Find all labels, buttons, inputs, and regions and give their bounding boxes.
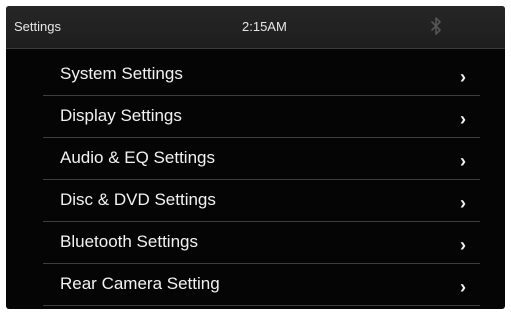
menu-item-label: Audio & EQ Settings xyxy=(60,148,215,167)
bluetooth-icon xyxy=(431,17,441,35)
chevron-right-icon: › xyxy=(460,193,466,213)
settings-menu: System Settings › Display Settings › Aud… xyxy=(43,54,480,306)
clock: 2:15AM xyxy=(242,19,287,34)
menu-item-label: System Settings xyxy=(60,64,183,83)
chevron-right-icon: › xyxy=(460,277,466,297)
chevron-right-icon: › xyxy=(460,151,466,171)
menu-item-label: Disc & DVD Settings xyxy=(60,190,216,209)
status-bar: Settings 2:15AM xyxy=(6,6,505,49)
menu-item-bluetooth-settings[interactable]: Bluetooth Settings › xyxy=(43,222,480,264)
head-unit-screen: Settings 2:15AM System Settings › Displa… xyxy=(6,6,505,309)
chevron-right-icon: › xyxy=(460,67,466,87)
menu-item-display-settings[interactable]: Display Settings › xyxy=(43,96,480,138)
screen-title: Settings xyxy=(14,19,61,34)
menu-item-disc-dvd-settings[interactable]: Disc & DVD Settings › xyxy=(43,180,480,222)
chevron-right-icon: › xyxy=(460,235,466,255)
menu-item-audio-eq-settings[interactable]: Audio & EQ Settings › xyxy=(43,138,480,180)
menu-item-label: Display Settings xyxy=(60,106,182,125)
menu-item-rear-camera-setting[interactable]: Rear Camera Setting › xyxy=(43,264,480,306)
menu-item-label: Rear Camera Setting xyxy=(60,274,220,293)
chevron-right-icon: › xyxy=(460,109,466,129)
menu-item-system-settings[interactable]: System Settings › xyxy=(43,54,480,96)
menu-item-label: Bluetooth Settings xyxy=(60,232,198,251)
